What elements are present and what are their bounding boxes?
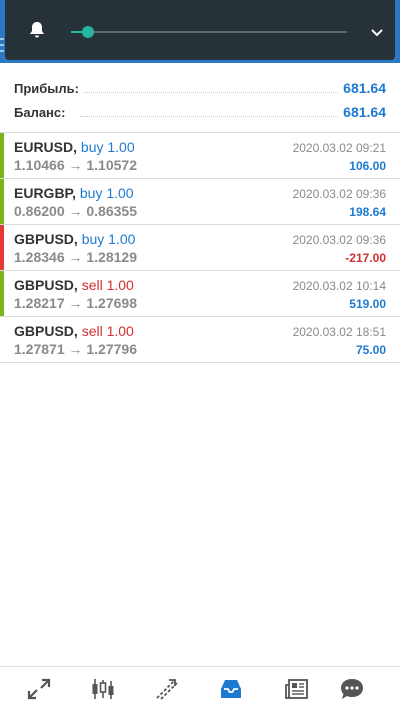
deal-side: buy 1.00 xyxy=(81,231,136,247)
deal-side: sell 1.00 xyxy=(81,323,134,339)
deal-profit: 198.64 xyxy=(349,205,386,219)
bell-icon[interactable] xyxy=(27,20,47,40)
deal-prices: 1.10466 → 1.10572 xyxy=(14,157,137,173)
deal-prices: 1.27871 → 1.27796 xyxy=(14,341,137,357)
menu-icon[interactable] xyxy=(0,38,4,54)
profit-value: 681.64 xyxy=(339,80,386,96)
chat-icon[interactable] xyxy=(339,677,365,701)
profit-row: Прибыль: 681.64 xyxy=(0,76,400,100)
history-icon[interactable] xyxy=(218,677,244,701)
deal-time: 2020.03.02 09:36 xyxy=(292,233,386,247)
deal-time: 2020.03.02 10:14 xyxy=(292,279,386,293)
dotted-leader xyxy=(80,116,340,117)
deal-time: 2020.03.02 09:21 xyxy=(292,141,386,155)
dotted-leader xyxy=(80,92,340,93)
result-indicator xyxy=(0,271,4,316)
slider-knob[interactable] xyxy=(81,26,94,38)
deal-profit: -217.00 xyxy=(345,251,386,265)
chart-icon[interactable] xyxy=(90,677,116,701)
deal-prices: 0.86200 → 0.86355 xyxy=(14,203,137,219)
bottom-tab-bar xyxy=(0,666,400,712)
deal-symbol: GBPUSD, buy 1.00 xyxy=(14,231,136,247)
deal-prices: 1.28217 → 1.27698 xyxy=(14,295,137,311)
news-icon[interactable] xyxy=(284,677,310,701)
deal-row[interactable]: GBPUSD, sell 1.00 1.27871 → 1.27796 2020… xyxy=(0,317,400,363)
deal-symbol: EURUSD, buy 1.00 xyxy=(14,139,135,155)
result-indicator xyxy=(0,225,4,270)
deal-row[interactable]: EURGBP, buy 1.00 0.86200 → 0.86355 2020.… xyxy=(0,179,400,225)
trade-icon[interactable] xyxy=(154,677,180,701)
account-summary: Прибыль: 681.64 Баланс: 681.64 xyxy=(0,76,400,124)
quotes-icon[interactable] xyxy=(26,677,52,701)
deal-symbol: EURGBP, buy 1.00 xyxy=(14,185,134,201)
deal-profit: 106.00 xyxy=(349,159,386,173)
deal-time: 2020.03.02 09:36 xyxy=(292,187,386,201)
top-bar xyxy=(0,0,400,63)
balance-value: 681.64 xyxy=(339,104,386,120)
deal-symbol: GBPUSD, sell 1.00 xyxy=(14,323,134,339)
balance-label: Баланс: xyxy=(14,105,70,120)
notification-panel xyxy=(5,0,395,60)
deal-symbol: GBPUSD, sell 1.00 xyxy=(14,277,134,293)
deals-list: EURUSD, buy 1.00 1.10466 → 1.10572 2020.… xyxy=(0,132,400,363)
volume-slider[interactable] xyxy=(71,26,347,38)
deal-row[interactable]: EURUSD, buy 1.00 1.10466 → 1.10572 2020.… xyxy=(0,133,400,179)
chevron-down-icon[interactable] xyxy=(369,24,385,40)
deal-profit: 75.00 xyxy=(355,343,386,357)
deal-row[interactable]: GBPUSD, sell 1.00 1.28217 → 1.27698 2020… xyxy=(0,271,400,317)
result-indicator xyxy=(0,317,4,362)
result-indicator xyxy=(0,133,4,178)
deal-profit: 519.00 xyxy=(349,297,386,311)
deal-row[interactable]: GBPUSD, buy 1.00 1.28346 → 1.28129 2020.… xyxy=(0,225,400,271)
profit-label: Прибыль: xyxy=(14,81,83,96)
balance-row: Баланс: 681.64 xyxy=(0,100,400,124)
deal-side: buy 1.00 xyxy=(79,185,134,201)
deal-side: buy 1.00 xyxy=(80,139,135,155)
result-indicator xyxy=(0,179,4,224)
deal-prices: 1.28346 → 1.28129 xyxy=(14,249,137,265)
deal-side: sell 1.00 xyxy=(81,277,134,293)
deal-time: 2020.03.02 18:51 xyxy=(292,325,386,339)
